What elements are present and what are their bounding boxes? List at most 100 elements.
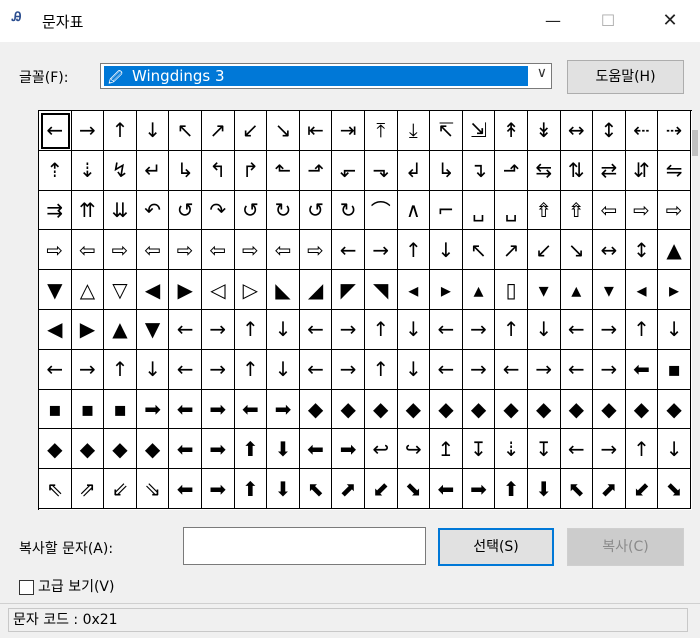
character-cell[interactable]: ⬅	[430, 469, 463, 509]
character-cell[interactable]: ▸	[658, 270, 691, 310]
character-cell[interactable]: ▽	[104, 270, 137, 310]
character-cell[interactable]: ↴	[462, 150, 496, 191]
character-cell[interactable]: ⌐	[430, 190, 463, 231]
character-cell[interactable]: ↑	[364, 309, 398, 350]
character-cell[interactable]: ▶	[169, 270, 202, 310]
character-cell[interactable]: ⇆	[527, 150, 561, 191]
character-cell[interactable]: ⬉	[560, 469, 594, 509]
character-cell[interactable]: ∧	[397, 190, 431, 231]
advanced-view-checkbox[interactable]	[19, 579, 34, 595]
character-cell[interactable]: →	[462, 349, 496, 390]
character-cell[interactable]: ␣	[462, 190, 496, 231]
character-cell[interactable]: ←	[430, 349, 463, 390]
character-cell[interactable]: ⇨	[658, 190, 691, 231]
character-cell[interactable]: ↧	[462, 429, 496, 470]
character-cell[interactable]: ↧	[527, 429, 561, 470]
character-cell[interactable]: ▶	[71, 309, 105, 350]
character-cell[interactable]: ◤	[332, 270, 365, 310]
character-cell[interactable]: ↟	[495, 111, 528, 151]
character-cell[interactable]: ▼	[136, 309, 170, 350]
character-cell[interactable]: ⬅	[234, 389, 268, 430]
character-cell[interactable]: ⇤	[299, 111, 333, 151]
character-cell[interactable]: ↑	[397, 230, 431, 271]
character-cell[interactable]: →	[201, 309, 235, 350]
character-cell[interactable]: ↰	[201, 150, 235, 191]
character-cell[interactable]: ⬆	[234, 429, 268, 470]
character-cell[interactable]: ↵	[136, 150, 170, 191]
character-cell[interactable]: ↶	[136, 190, 170, 231]
character-cell[interactable]: →	[332, 309, 365, 350]
character-cell[interactable]: ⌒	[364, 190, 398, 231]
close-button[interactable]: ✕	[647, 0, 693, 42]
character-cell[interactable]: ↻	[332, 190, 365, 231]
character-cell[interactable]: →	[201, 349, 235, 390]
character-cell[interactable]: ↺	[234, 190, 268, 231]
character-cell[interactable]: ▸	[430, 270, 463, 310]
character-cell[interactable]: ◆	[658, 389, 691, 430]
character-cell[interactable]: ↑	[104, 349, 137, 390]
character-cell[interactable]: ⇗	[71, 469, 105, 509]
character-cell[interactable]: ⇢	[658, 111, 691, 151]
character-cell[interactable]: ←	[39, 111, 72, 151]
character-cell[interactable]: ←	[299, 349, 333, 390]
character-cell[interactable]: ↑	[625, 309, 659, 350]
character-cell[interactable]: ▾	[527, 270, 561, 310]
character-cell[interactable]: ➡	[332, 429, 365, 470]
character-cell[interactable]: ◆	[299, 389, 333, 430]
character-cell[interactable]: ▾	[593, 270, 626, 310]
character-cell[interactable]: ↱	[234, 150, 268, 191]
character-cell[interactable]: →	[527, 349, 561, 390]
character-cell[interactable]: ⬎	[364, 150, 398, 191]
character-cell[interactable]: →	[71, 111, 105, 151]
character-cell[interactable]: ↑	[625, 429, 659, 470]
character-cell[interactable]: ↳	[430, 150, 463, 191]
character-cell[interactable]: ➡	[462, 469, 496, 509]
character-cell[interactable]: ▲	[658, 230, 691, 271]
character-cell[interactable]: ↯	[104, 150, 137, 191]
character-cell[interactable]: ◆	[39, 429, 72, 470]
character-cell[interactable]: ⇦	[201, 230, 235, 271]
character-cell[interactable]: ⬋	[625, 469, 659, 509]
character-cell[interactable]: ➡	[201, 429, 235, 470]
character-cell[interactable]: ⇮	[527, 190, 561, 231]
character-cell[interactable]: ▷	[234, 270, 268, 310]
character-cell[interactable]: ⇊	[104, 190, 137, 231]
character-cell[interactable]: ⇘	[136, 469, 170, 509]
character-cell[interactable]: ↸	[430, 111, 463, 151]
character-cell[interactable]: ↕	[625, 230, 659, 271]
character-cell[interactable]: ↓	[658, 429, 691, 470]
character-cell[interactable]: ←	[39, 349, 72, 390]
help-button[interactable]: 도움말(H)	[567, 60, 684, 94]
character-cell[interactable]: ⇦	[593, 190, 626, 231]
character-cell[interactable]: ↡	[527, 111, 561, 151]
character-cell[interactable]: ⬆	[495, 469, 528, 509]
character-cell[interactable]: ◆	[430, 389, 463, 430]
character-cell[interactable]: ↘	[267, 111, 300, 151]
character-cell[interactable]: ⬈	[332, 469, 365, 509]
character-cell[interactable]: ⬇	[267, 429, 300, 470]
character-cell[interactable]: ↓	[136, 349, 170, 390]
character-cell[interactable]: ▪	[39, 389, 72, 430]
character-cell[interactable]: ⇅	[560, 150, 594, 191]
character-cell[interactable]: ↖	[169, 111, 202, 151]
character-cell[interactable]: ◆	[560, 389, 594, 430]
character-cell[interactable]: ◣	[267, 270, 300, 310]
character-cell[interactable]: ⬑	[267, 150, 300, 191]
character-cell[interactable]: ◆	[332, 389, 365, 430]
character-cell[interactable]: ◁	[201, 270, 235, 310]
character-cell[interactable]: ⇡	[39, 150, 72, 191]
character-cell[interactable]: →	[462, 309, 496, 350]
character-cell[interactable]: ⇦	[71, 230, 105, 271]
character-cell[interactable]: ↔	[560, 111, 594, 151]
character-cell[interactable]: ▼	[39, 270, 72, 310]
character-cell[interactable]: ↷	[201, 190, 235, 231]
character-cell[interactable]: ↔	[593, 230, 626, 271]
character-cell[interactable]: ↗	[495, 230, 528, 271]
character-cell[interactable]: ⇨	[625, 190, 659, 231]
character-cell[interactable]: ←	[495, 349, 528, 390]
grid-scrollbar[interactable]	[692, 130, 698, 156]
character-cell[interactable]: ⬇	[267, 469, 300, 509]
character-cell[interactable]: ↪	[397, 429, 431, 470]
character-cell[interactable]: ←	[169, 349, 202, 390]
character-cell[interactable]: ▪	[104, 389, 137, 430]
